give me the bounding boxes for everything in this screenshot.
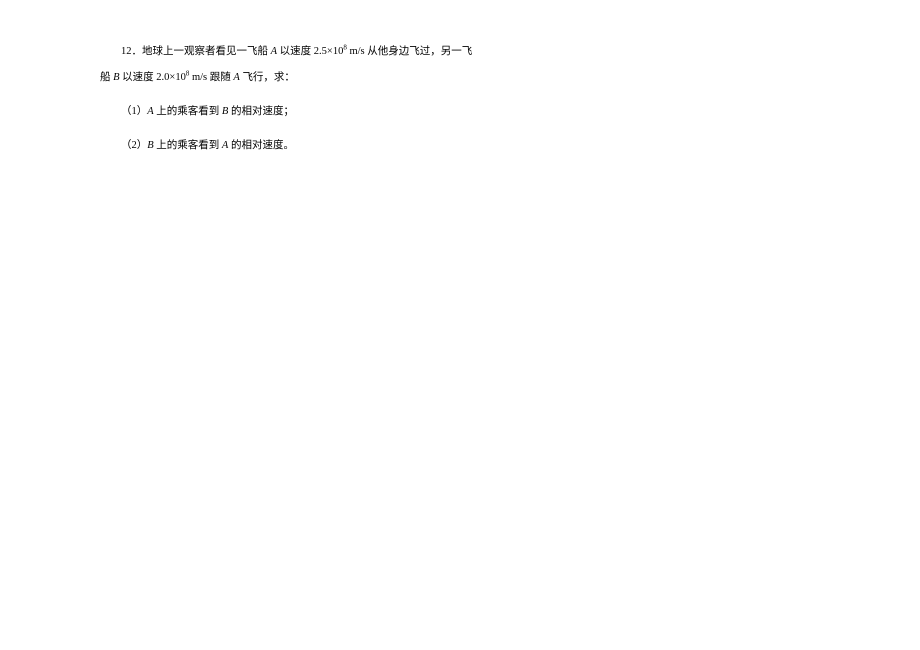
text-fragment: 以速度 2.5×10 bbox=[277, 46, 343, 57]
sub-label: （1） bbox=[121, 106, 147, 117]
text-fragment: m/s 从他身边飞过，另一飞 bbox=[347, 46, 472, 57]
text-fragment: 上的乘客看到 bbox=[154, 106, 222, 117]
text-fragment: 以速度 2.0×10 bbox=[120, 72, 186, 83]
document-page: 12．地球上一观察者看见一飞船 A 以速度 2.5×108 m/s 从他身边飞过… bbox=[0, 0, 920, 156]
problem-number: 12． bbox=[121, 46, 142, 57]
sub-label: （2） bbox=[121, 140, 147, 151]
text-fragment: 的相对速度； bbox=[228, 106, 294, 117]
text-fragment: 地球上一观察者看见一飞船 bbox=[142, 46, 271, 57]
text-fragment: 船 bbox=[100, 72, 113, 83]
subproblem-1: （1）A 上的乘客看到 B 的相对速度； bbox=[100, 102, 820, 122]
text-fragment: 的相对速度。 bbox=[228, 140, 294, 151]
problem-line-1: 12．地球上一观察者看见一飞船 A 以速度 2.5×108 m/s 从他身边飞过… bbox=[100, 42, 820, 62]
subproblem-2: （2）B 上的乘客看到 A 的相对速度。 bbox=[100, 136, 820, 156]
text-fragment: 上的乘客看到 bbox=[154, 140, 222, 151]
text-fragment: m/s 跟随 bbox=[189, 72, 233, 83]
text-fragment: 飞行，求： bbox=[240, 72, 295, 83]
problem-line-2: 船 B 以速度 2.0×108 m/s 跟随 A 飞行，求： bbox=[100, 68, 820, 88]
